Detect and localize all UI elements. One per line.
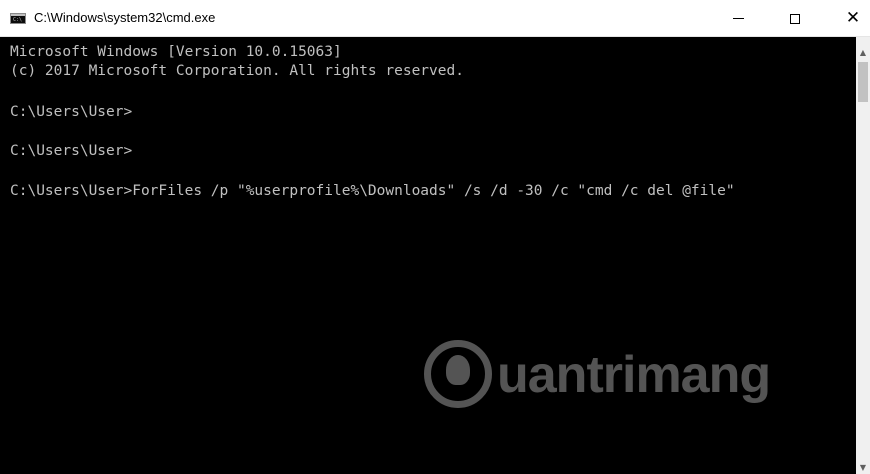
console-line: C:\Users\User>ForFiles /p "%userprofile%… <box>10 183 735 199</box>
vertical-scrollbar[interactable]: ▲ ▼ <box>856 37 870 474</box>
maximize-button[interactable] <box>772 0 818 37</box>
cmd-window: C:\ C:\Windows\system32\cmd.exe ✕ Micros… <box>0 0 870 474</box>
close-button[interactable]: ✕ <box>830 0 870 37</box>
console-line: C:\Users\User> <box>10 143 133 159</box>
app-icon-bar <box>11 14 25 16</box>
title-bar[interactable]: C:\ C:\Windows\system32\cmd.exe ✕ <box>0 0 870 37</box>
scroll-down-arrow-icon[interactable]: ▼ <box>856 460 870 474</box>
window-title: C:\Windows\system32\cmd.exe <box>34 10 216 25</box>
scroll-up-arrow-icon[interactable]: ▲ <box>856 45 870 59</box>
scrollbar-thumb[interactable] <box>858 62 868 102</box>
maximize-icon <box>790 13 800 24</box>
lightbulb-icon <box>446 355 470 385</box>
minimize-button[interactable] <box>715 0 761 37</box>
minimize-icon <box>732 18 744 19</box>
watermark-text: uantrimang <box>497 346 771 404</box>
quantrimang-watermark: uantrimang <box>424 340 784 420</box>
console-line: (c) 2017 Microsoft Corporation. All righ… <box>10 63 464 79</box>
close-icon: ✕ <box>845 8 861 28</box>
console-line: C:\Users\User> <box>10 104 133 120</box>
console-line: Microsoft Windows [Version 10.0.15063] <box>10 44 342 60</box>
app-icon-prompt-glyph: C:\ <box>13 17 23 23</box>
cmd-app-icon[interactable]: C:\ <box>10 13 26 24</box>
